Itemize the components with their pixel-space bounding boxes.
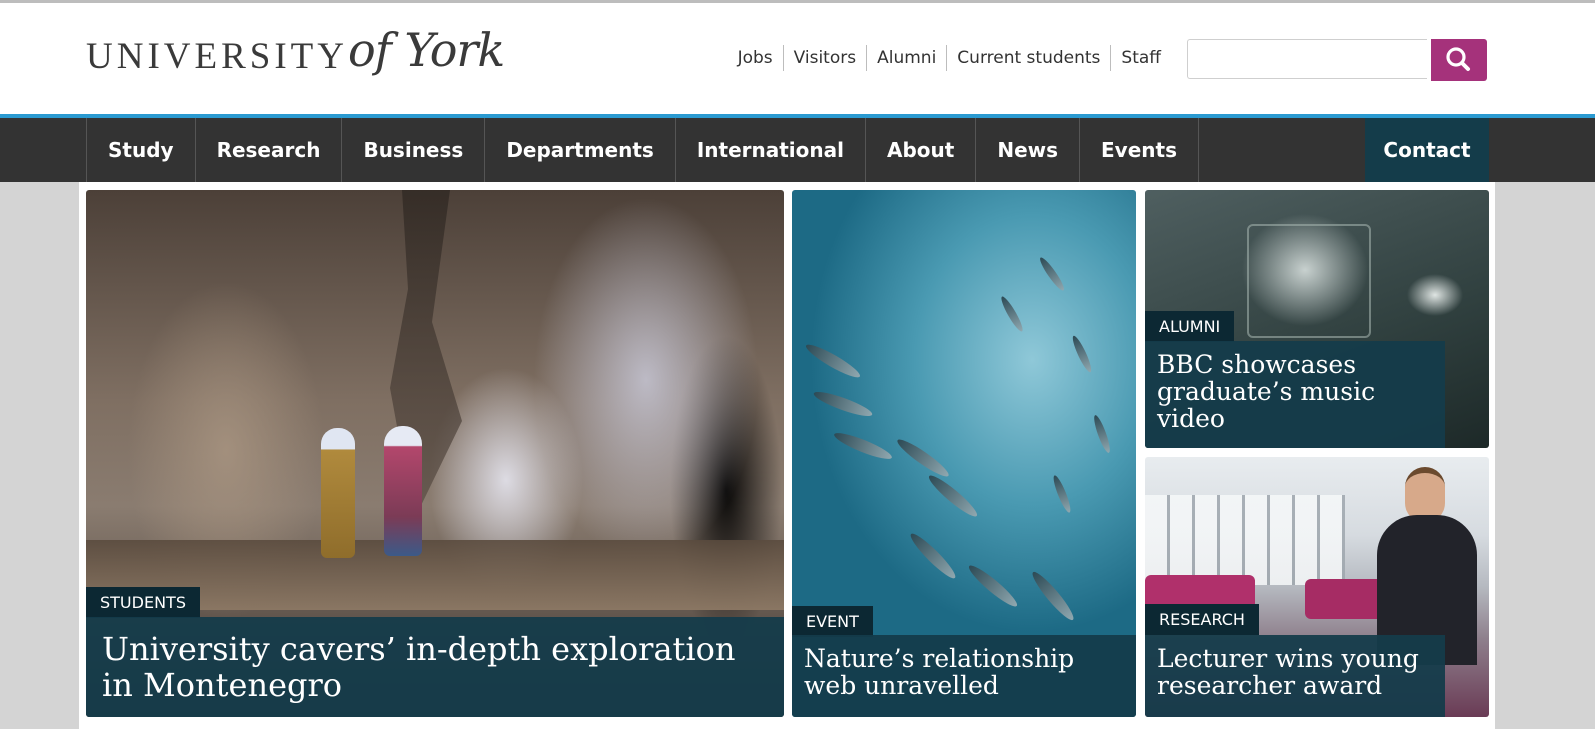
feature-headline[interactable]: BBC showcases graduate’s music video [1145,341,1445,448]
fish-shape [803,340,863,382]
category-tag: EVENT [792,606,873,637]
caver-figure [384,426,422,556]
search-input[interactable] [1187,39,1427,79]
fish-shape [832,428,894,464]
logo-wordmark: UNIVERSITY [86,36,348,77]
util-link-alumni[interactable]: Alumni [866,45,946,71]
util-link-staff[interactable]: Staff [1110,45,1171,71]
feature-card-lecturer[interactable]: RESEARCH Lecturer wins young researcher … [1145,457,1489,717]
fish-shape [906,529,960,583]
fish-shape [998,294,1026,334]
fish-shape [894,435,952,481]
feature-card-cavers[interactable]: STUDENTS University cavers’ in-depth exp… [86,190,784,717]
feature-card-bbc[interactable]: ALUMNI BBC showcases graduate’s music vi… [1145,190,1489,448]
logo-script: of York [348,23,505,77]
feature-card-nature[interactable]: EVENT Nature’s relationship web unravell… [792,190,1136,717]
fish-shape [1091,413,1113,455]
util-link-jobs[interactable]: Jobs [728,45,783,71]
utility-nav: Jobs Visitors Alumni Current students St… [728,45,1171,71]
fish-shape [925,471,981,521]
nav-item-news[interactable]: News [975,118,1079,182]
category-tag: ALUMNI [1145,311,1235,342]
nav-item-departments[interactable]: Departments [484,118,675,182]
main-nav: Study Research Business Departments Inte… [0,118,1595,182]
util-link-visitors[interactable]: Visitors [782,45,866,71]
fish-shape [1069,334,1095,374]
screen-frame [1247,224,1371,338]
fish-shape [1050,473,1074,515]
feature-headline[interactable]: Lecturer wins young researcher award [1145,635,1445,717]
fish-shape [965,561,1021,611]
feature-headline[interactable]: University cavers’ in-depth exploration … [86,617,784,717]
search-box [1187,39,1489,81]
search-icon [1446,47,1470,71]
fish-shape [1037,255,1067,293]
room-windows [1145,495,1345,585]
nav-item-contact[interactable]: Contact [1365,118,1489,182]
category-tag: STUDENTS [86,587,200,618]
search-button[interactable] [1431,39,1487,81]
caver-figure [321,428,355,558]
university-logo[interactable]: UNIVERSITY of York [86,23,506,91]
fish-shape [1028,568,1078,624]
nav-item-international[interactable]: International [674,118,865,182]
nav-item-business[interactable]: Business [341,118,484,182]
util-link-current-students[interactable]: Current students [946,45,1110,71]
nav-item-research[interactable]: Research [194,118,342,182]
feature-headline[interactable]: Nature’s relationship web unravelled [792,635,1136,717]
site-header: UNIVERSITY of York Jobs Visitors Alumni … [0,3,1595,114]
nav-item-study[interactable]: Study [86,118,195,182]
fish-shape [811,387,875,421]
nav-item-about[interactable]: About [864,118,975,182]
category-tag: RESEARCH [1145,604,1259,635]
nav-item-events[interactable]: Events [1079,118,1199,182]
